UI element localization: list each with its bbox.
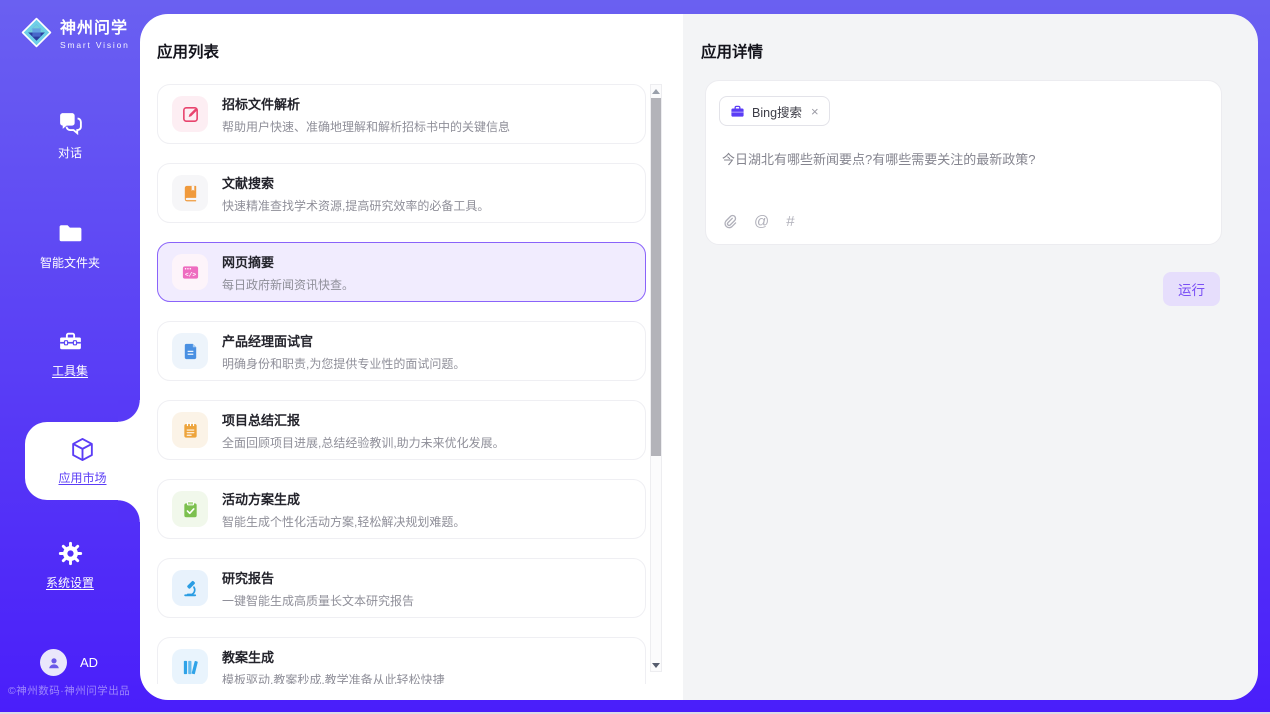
app-item-web-summary[interactable]: </> 网页摘要 每日政府新闻资讯快查。 xyxy=(157,242,646,302)
gear-icon xyxy=(57,540,84,567)
copyright-text: ©神州数码·神州问学出品 xyxy=(8,683,130,698)
app-item-lesson-plan[interactable]: 教案生成 模板驱动,教案秒成,教学准备从此轻松快捷 xyxy=(157,637,646,684)
app-item-name: 产品经理面试官 xyxy=(222,331,465,350)
sidebar-item-label: 对话 xyxy=(58,144,82,161)
app-list-pane: 应用列表 招标文件解析 帮助用户快速、准确地理解和解析招标书中的关键信息 xyxy=(140,14,683,700)
user-account[interactable]: AD xyxy=(40,649,98,676)
app-item-name: 项目总结汇报 xyxy=(222,410,505,429)
clipboard-check-icon xyxy=(172,491,208,527)
sidebar-item-label: 工具集 xyxy=(52,362,88,379)
tool-chip-label: Bing搜索 xyxy=(752,102,802,121)
user-avatar xyxy=(40,649,67,676)
hash-icon[interactable]: # xyxy=(786,213,794,230)
query-input[interactable]: 今日湖北有哪些新闻要点?有哪些需要关注的最新政策? xyxy=(722,149,1205,168)
gem-logo-icon xyxy=(20,16,53,49)
app-item-desc: 明确身份和职责,为您提供专业性的面试问题。 xyxy=(222,355,465,372)
sidebar-item-label: 应用市场 xyxy=(58,469,106,486)
run-button[interactable]: 运行 xyxy=(1163,272,1220,306)
app-detail-card: Bing搜索 × 今日湖北有哪些新闻要点?有哪些需要关注的最新政策? @ # xyxy=(705,80,1222,245)
app-item-desc: 智能生成个性化活动方案,轻松解决规划难题。 xyxy=(222,513,465,530)
app-item-name: 教案生成 xyxy=(222,647,445,666)
app-item-name: 文献搜索 xyxy=(222,173,489,192)
brand-subtitle: Smart Vision xyxy=(60,40,130,50)
sidebar-item-app-market[interactable]: 应用市场 xyxy=(25,422,140,500)
book-icon xyxy=(172,175,208,211)
folder-icon xyxy=(57,220,84,247)
sidebar-item-smart-folder[interactable]: 智能文件夹 xyxy=(0,220,140,271)
app-item-pm-interviewer[interactable]: 产品经理面试官 明确身份和职责,为您提供专业性的面试问题。 xyxy=(157,321,646,381)
app-item-desc: 每日政府新闻资讯快查。 xyxy=(222,276,354,293)
toolbox-icon xyxy=(57,328,84,355)
chat-icon xyxy=(57,110,84,137)
sidebar-item-label: 系统设置 xyxy=(46,574,94,591)
app-item-desc: 一键智能生成高质量长文本研究报告 xyxy=(222,592,414,609)
brand-name: 神州问学 xyxy=(60,14,130,38)
scrollbar[interactable] xyxy=(650,84,662,672)
app-item-desc: 快速精准查找学术资源,提高研究效率的必备工具。 xyxy=(222,197,489,214)
bubble-fillet-top xyxy=(118,400,140,422)
mention-icon[interactable]: @ xyxy=(754,213,769,230)
app-item-event-plan[interactable]: 活动方案生成 智能生成个性化活动方案,轻松解决规划难题。 xyxy=(157,479,646,539)
sidebar-item-chat[interactable]: 对话 xyxy=(0,110,140,161)
scroll-up-icon[interactable] xyxy=(651,85,661,97)
cube-icon xyxy=(69,436,96,463)
browser-code-icon: </> xyxy=(172,254,208,290)
briefcase-icon xyxy=(730,104,745,119)
app-item-name: 招标文件解析 xyxy=(222,94,510,113)
sidebar-item-toolset[interactable]: 工具集 xyxy=(0,328,140,379)
app-item-project-summary[interactable]: 项目总结汇报 全面回顾项目进展,总结经验教训,助力未来优化发展。 xyxy=(157,400,646,460)
sidebar-item-settings[interactable]: 系统设置 xyxy=(0,540,140,591)
main-panel: 应用列表 招标文件解析 帮助用户快速、准确地理解和解析招标书中的关键信息 xyxy=(140,14,1258,700)
person-icon xyxy=(46,655,62,671)
app-item-desc: 全面回顾项目进展,总结经验教训,助力未来优化发展。 xyxy=(222,434,505,451)
app-item-name: 研究报告 xyxy=(222,568,414,587)
app-detail-pane: 应用详情 Bing搜索 × 今日湖北有哪些新闻要点?有哪些需要关注的最新政策? xyxy=(683,14,1258,700)
edit-square-icon xyxy=(172,96,208,132)
app-item-name: 活动方案生成 xyxy=(222,489,465,508)
microscope-icon xyxy=(172,570,208,606)
brand-logo: 神州问学 Smart Vision xyxy=(20,14,130,50)
app-detail-title: 应用详情 xyxy=(701,40,763,62)
app-list-title: 应用列表 xyxy=(157,40,219,62)
app-item-research-report[interactable]: 研究报告 一键智能生成高质量长文本研究报告 xyxy=(157,558,646,618)
svg-text:</>: </> xyxy=(184,271,195,278)
input-toolbar: @ # xyxy=(722,213,795,230)
notepad-icon xyxy=(172,412,208,448)
scrollbar-thumb[interactable] xyxy=(651,98,661,456)
app-item-literature-search[interactable]: 文献搜索 快速精准查找学术资源,提高研究效率的必备工具。 xyxy=(157,163,646,223)
scroll-down-icon[interactable] xyxy=(651,659,661,671)
app-item-desc: 模板驱动,教案秒成,教学准备从此轻松快捷 xyxy=(222,671,445,685)
user-initials: AD xyxy=(80,655,98,670)
bubble-fillet-bottom xyxy=(118,500,140,522)
app-item-name: 网页摘要 xyxy=(222,252,354,271)
close-icon[interactable]: × xyxy=(811,104,819,119)
sidebar-item-label: 智能文件夹 xyxy=(40,254,100,271)
books-icon xyxy=(172,649,208,684)
tool-chip-bing-search[interactable]: Bing搜索 × xyxy=(719,96,830,126)
paperclip-icon[interactable] xyxy=(722,214,737,230)
document-icon xyxy=(172,333,208,369)
app-item-bid-document-parse[interactable]: 招标文件解析 帮助用户快速、准确地理解和解析招标书中的关键信息 xyxy=(157,84,646,144)
app-item-desc: 帮助用户快速、准确地理解和解析招标书中的关键信息 xyxy=(222,118,510,135)
sidebar: 神州问学 Smart Vision 对话 智能文件夹 xyxy=(0,0,140,714)
app-list: 招标文件解析 帮助用户快速、准确地理解和解析招标书中的关键信息 文献搜索 快速精… xyxy=(157,84,646,684)
